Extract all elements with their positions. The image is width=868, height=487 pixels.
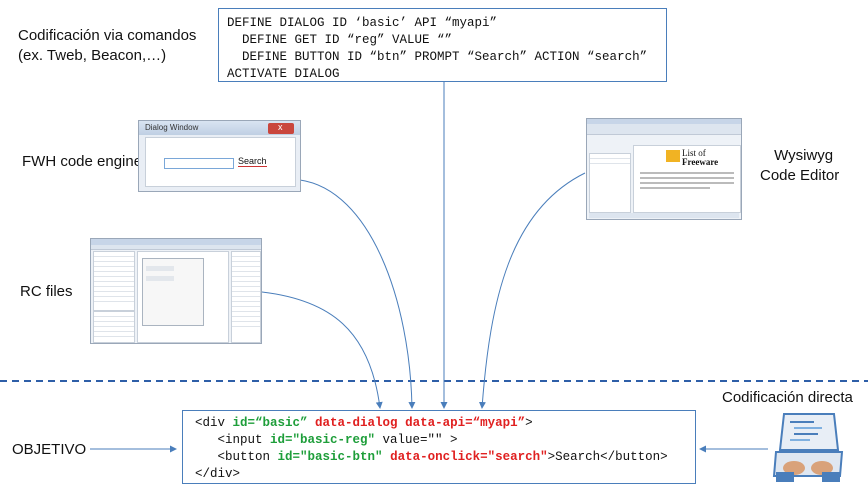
html-tok-data-dialog: data-dialog	[315, 416, 398, 430]
wysiwyg-label: Wysiwyg Code Editor	[760, 146, 839, 186]
html-line-2: <input id="basic-reg" value="" >	[195, 432, 683, 449]
dialog-title: Dialog Window	[145, 123, 199, 132]
wysiwyg-label-line2: Code Editor	[760, 167, 840, 184]
html-line-3: <button id="basic-btn" data-onclick="sea…	[195, 449, 683, 466]
html-tok: </div>	[195, 467, 241, 481]
commands-label: Codificación via comandos (ex. Tweb, Bea…	[18, 26, 196, 66]
html-tok-id: id="basic-reg"	[270, 433, 376, 447]
rc-design-area	[137, 251, 229, 343]
dialog-body: Search	[145, 137, 296, 187]
commands-label-line2: (ex. Tweb, Beacon,…)	[18, 47, 167, 64]
html-tok: >	[525, 416, 533, 430]
html-tok	[308, 416, 316, 430]
rc-tree-panel	[93, 251, 135, 311]
fwh-label: FWH code engine	[22, 153, 143, 170]
wysiwyg-brand-2: Freeware	[682, 157, 719, 167]
laptop-coding-icon	[772, 413, 844, 482]
close-icon	[268, 122, 294, 134]
command-line-3: DEFINE BUTTON ID “btn” PROMPT “Search” A…	[227, 50, 648, 64]
command-line-1: DEFINE DIALOG ID ‘basic’ API “myapi”	[227, 16, 498, 30]
arrow-rc	[261, 291, 383, 409]
wysiwyg-page: List of Freeware	[633, 145, 741, 213]
html-tok-id: id=“basic”	[232, 416, 308, 430]
html-tok-id: id="basic-btn"	[277, 450, 383, 464]
html-tok: <input	[195, 433, 271, 447]
html-line-1: <div id=“basic” data-dialog data-api=“my…	[195, 415, 683, 432]
arrow-fwh	[299, 179, 416, 409]
objetivo-label: OBJETIVO	[12, 441, 87, 458]
html-code-box: <div id=“basic” data-dialog data-api=“my…	[182, 410, 696, 484]
fwh-dialog-thumbnail: Dialog Window Search	[138, 120, 301, 192]
arrow-wysiwyg	[478, 172, 586, 409]
commands-label-line1: Codificación via comandos	[18, 27, 197, 44]
dialog-search-link: Search	[238, 156, 267, 167]
command-line-2: DEFINE GET ID “reg” VALUE “”	[227, 33, 453, 47]
wysiwyg-editor-thumbnail: List of Freeware	[586, 118, 742, 220]
wysiwyg-side-panel	[589, 153, 631, 213]
rc-properties-panel	[93, 311, 135, 343]
wysiwyg-label-line1: Wysiwyg	[774, 147, 834, 164]
html-tok: <div	[195, 416, 233, 430]
html-tok: <button	[195, 450, 278, 464]
html-tok: value="" >	[375, 433, 458, 447]
html-tok: >Search</button>	[547, 450, 668, 464]
html-line-4: </div>	[195, 466, 683, 483]
html-tok	[398, 416, 406, 430]
rc-label: RC files	[20, 283, 73, 300]
html-tok	[383, 450, 391, 464]
direct-coding-label: Codificación directa	[722, 389, 853, 406]
rc-toolbox-panel	[231, 251, 261, 343]
command-line-4: ACTIVATE DIALOG	[227, 67, 340, 81]
rc-editor-thumbnail	[90, 238, 262, 344]
command-code-box: DEFINE DIALOG ID ‘basic’ API “myapi” DEF…	[218, 8, 667, 82]
html-tok-data-api: data-api=“myapi”	[405, 416, 526, 430]
html-tok-data-onclick: data-onclick="search"	[390, 450, 548, 464]
dialog-input	[164, 158, 234, 169]
